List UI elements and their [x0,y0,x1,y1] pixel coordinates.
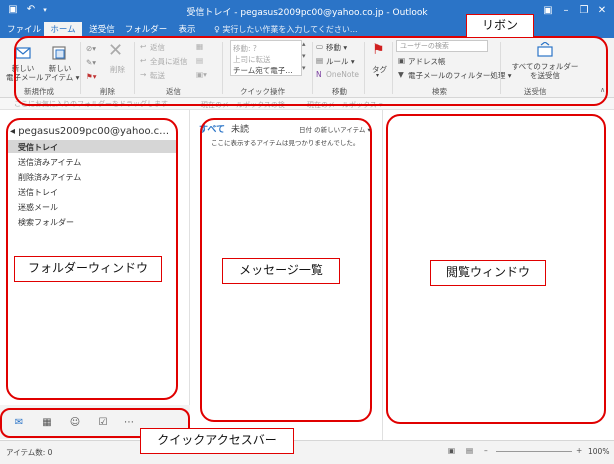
zoom-level: 100% [588,447,610,456]
annotation-label-reading-window: 閲覧ウィンドウ [430,260,546,286]
zoom-slider[interactable] [496,451,572,452]
annotation-label-quick-access-bar: クイックアクセスバー [140,428,294,454]
ribbon-options-icon[interactable]: ▣ [540,3,556,18]
annotation-label-ribbon: リボン [466,14,534,38]
outlook-window: ▣ ↶ ▾ 受信トレイ - pegasus2009pc00@yahoo.co.j… [0,0,614,464]
annotation-label-folder-window: フォルダーウィンドウ [14,256,162,282]
item-count: アイテム数: 0 [6,448,53,457]
zoom-out-icon[interactable]: – [484,446,488,455]
annotation-ring-ribbon [14,36,608,106]
minimize-icon[interactable]: – [558,3,574,18]
status-bar: アイテム数: 0 ▣ ▤ – + 100% [0,440,614,464]
annotation-label-message-list: メッセージ一覧 [222,258,340,284]
close-icon[interactable]: ✕ [594,3,610,18]
reading-view-icon[interactable]: ▤ [466,446,473,455]
maximize-icon[interactable]: ❐ [576,3,592,18]
zoom-in-icon[interactable]: + [576,446,582,455]
normal-view-icon[interactable]: ▣ [448,446,455,455]
